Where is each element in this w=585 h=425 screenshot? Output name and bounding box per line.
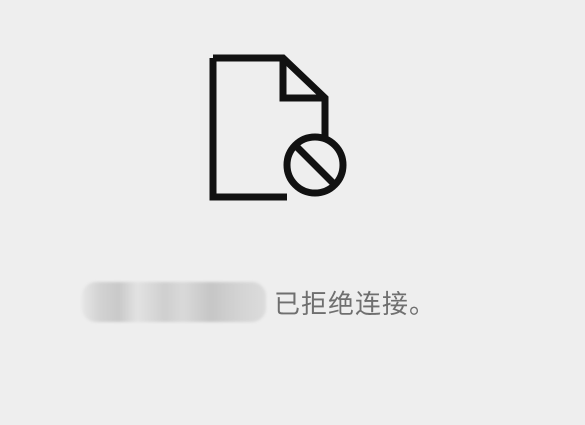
redacted-hostname [82, 282, 266, 322]
error-message-text: 已拒绝连接。 [274, 289, 437, 320]
error-page: 已拒绝连接。 [0, 0, 585, 425]
error-message: 已拒绝连接。 [82, 278, 436, 326]
blocked-file-icon [205, 52, 355, 204]
